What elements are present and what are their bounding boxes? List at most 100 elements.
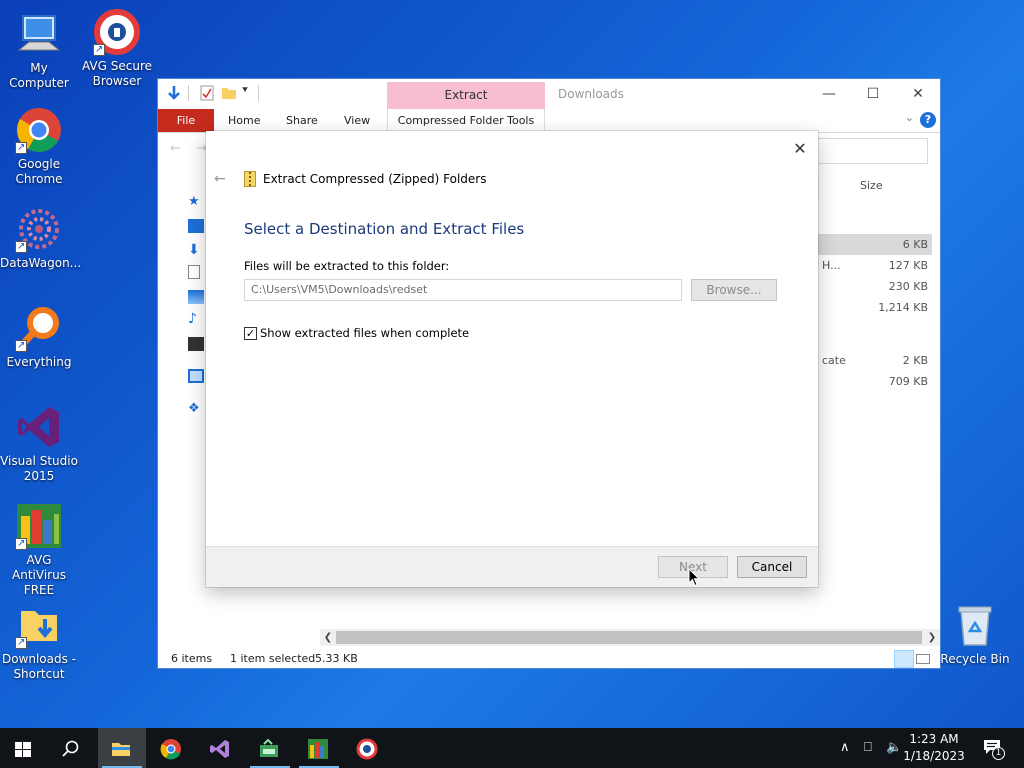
navigation-pane: ★ ⬇ ♪ ❖: [158, 189, 208, 419]
desktop-folder-icon[interactable]: [188, 219, 204, 233]
videos-nav-icon[interactable]: [188, 337, 204, 351]
network-icon[interactable]: ⎕: [864, 728, 872, 768]
tab-share[interactable]: Share: [274, 109, 330, 132]
show-extracted-files-checkbox[interactable]: ✓: [244, 327, 257, 340]
file-explorer-icon: [112, 743, 130, 756]
table-row[interactable]: H... 127 KB: [818, 255, 932, 276]
scrollbar-thumb[interactable]: [336, 631, 922, 644]
dialog-back-arrow-icon[interactable]: ←: [214, 171, 228, 187]
music-nav-icon[interactable]: ♪: [188, 311, 204, 327]
browse-button[interactable]: Browse...: [691, 279, 777, 301]
desktop-icon-datawagon[interactable]: DataWagon...: [0, 205, 81, 271]
taskbar-app[interactable]: [246, 728, 294, 768]
action-center-button[interactable]: 1: [983, 728, 1005, 768]
table-row[interactable]: 230 KB: [818, 276, 932, 297]
file-size: 127 KB: [888, 259, 928, 272]
windows-logo-icon: [15, 742, 31, 757]
this-pc-nav-icon[interactable]: [188, 369, 204, 383]
volume-icon[interactable]: 🔈: [886, 728, 902, 768]
pictures-nav-icon[interactable]: [188, 290, 204, 304]
documents-nav-icon[interactable]: [188, 265, 200, 279]
help-icon[interactable]: ?: [920, 112, 936, 128]
start-button[interactable]: [0, 728, 48, 768]
mouse-cursor-icon: [688, 568, 700, 587]
expand-ribbon-chevron-icon[interactable]: ⌄: [905, 111, 914, 124]
desktop-icon-downloads-shortcut[interactable]: Downloads - Shortcut: [0, 601, 78, 682]
quick-access-star-icon[interactable]: ★: [188, 194, 204, 209]
toolbar-divider: [188, 85, 189, 101]
taskbar-avg-antivirus[interactable]: [295, 728, 343, 768]
desktop-icon-google-chrome[interactable]: Google Chrome: [0, 106, 78, 187]
desktop-icon-visual-studio[interactable]: Visual Studio 2015: [0, 403, 78, 484]
show-hidden-icons-chevron-icon[interactable]: ∧: [840, 728, 850, 768]
tab-file[interactable]: File: [158, 109, 214, 132]
clock-time: 1:23 AM: [909, 732, 959, 746]
notification-count-badge: 1: [992, 747, 1005, 760]
table-row[interactable]: 1,214 KB: [818, 297, 932, 318]
maximize-button[interactable]: ☐: [850, 82, 896, 106]
status-item-count: 6 items: [171, 652, 213, 665]
downloads-nav-icon[interactable]: ⬇: [188, 242, 204, 258]
visual-studio-icon: [210, 740, 229, 758]
desktop-icon-everything[interactable]: Everything: [0, 304, 78, 370]
search-icon: [62, 740, 79, 757]
file-size: 709 KB: [888, 375, 928, 388]
back-arrow-icon[interactable]: ←: [170, 141, 181, 156]
desktop-icon-avg-antivirus[interactable]: AVG AntiVirus FREE: [0, 502, 78, 598]
shortcut-arrow-icon: [15, 239, 27, 254]
large-icons-view-icon[interactable]: [916, 654, 930, 664]
cancel-button[interactable]: Cancel: [737, 556, 807, 578]
avg-antivirus-icon: [15, 502, 63, 551]
table-row[interactable]: 6 KB: [818, 234, 932, 255]
scroll-right-arrow-icon[interactable]: ❯: [924, 629, 940, 646]
shortcut-arrow-icon: [15, 140, 27, 155]
minimize-button[interactable]: —: [806, 82, 852, 106]
window-title: Downloads: [558, 87, 624, 101]
details-view-icon[interactable]: [894, 650, 914, 668]
horizontal-scrollbar[interactable]: ❮ ❯: [320, 629, 940, 646]
scroll-left-arrow-icon[interactable]: ❮: [320, 629, 336, 646]
taskbar-avg-browser[interactable]: [344, 728, 392, 768]
taskbar-visual-studio[interactable]: [197, 728, 245, 768]
new-folder-icon[interactable]: [221, 85, 237, 101]
chrome-icon: [15, 106, 63, 155]
desktop-icon-label: AVG AntiVirus FREE: [12, 553, 66, 597]
desktop-icon-recycle-bin[interactable]: Recycle Bin: [936, 601, 1014, 667]
taskbar-chrome[interactable]: [148, 728, 196, 768]
file-size: 6 KB: [902, 238, 928, 251]
destination-label: Files will be extracted to this folder:: [244, 259, 450, 273]
download-arrow-icon[interactable]: [166, 85, 182, 101]
customize-toolbar-dropdown-icon[interactable]: ⯆: [241, 85, 257, 101]
system-clock[interactable]: 1:23 AM 1/18/2023: [902, 731, 966, 765]
search-input[interactable]: [816, 138, 928, 164]
desktop-icon-avg-secure-browser[interactable]: AVG Secure Browser: [78, 8, 156, 89]
magnifier-icon: [15, 304, 63, 353]
tab-compressed-folder-tools[interactable]: Compressed Folder Tools: [387, 109, 545, 132]
network-nav-icon[interactable]: ❖: [188, 401, 204, 416]
tab-home[interactable]: Home: [216, 109, 272, 132]
dialog-footer: Next Cancel: [206, 546, 818, 587]
taskbar-file-explorer[interactable]: [98, 728, 146, 768]
downloads-folder-icon: [15, 601, 63, 650]
destination-path-field[interactable]: C:\Users\VM5\Downloads\redset: [244, 279, 682, 301]
close-window-button[interactable]: ✕: [895, 82, 941, 106]
extract-context-tab[interactable]: Extract: [387, 82, 545, 109]
tab-view[interactable]: View: [332, 109, 382, 132]
desktop-icon-label: Downloads - Shortcut: [1, 652, 77, 681]
file-size: 230 KB: [888, 280, 928, 293]
properties-icon[interactable]: [199, 85, 215, 101]
shortcut-arrow-icon: [15, 635, 27, 650]
chrome-icon: [160, 739, 181, 760]
table-row[interactable]: 709 KB: [818, 371, 932, 392]
desktop-icon-my-computer[interactable]: My Computer: [0, 10, 78, 91]
taskbar-search-button[interactable]: [48, 728, 96, 768]
clock-date: 1/18/2023: [903, 749, 965, 763]
column-header-size[interactable]: Size: [818, 174, 932, 198]
table-row[interactable]: cate 2 KB: [818, 350, 932, 371]
status-selection: 1 item selected: [230, 652, 316, 665]
status-bar: 6 items 1 item selected 5.33 KB: [158, 649, 940, 669]
close-dialog-button[interactable]: ✕: [790, 139, 810, 159]
avg-browser-icon: [356, 738, 378, 760]
desktop-icon-label: AVG Secure Browser: [81, 59, 153, 88]
dialog-heading: Select a Destination and Extract Files: [244, 220, 525, 238]
